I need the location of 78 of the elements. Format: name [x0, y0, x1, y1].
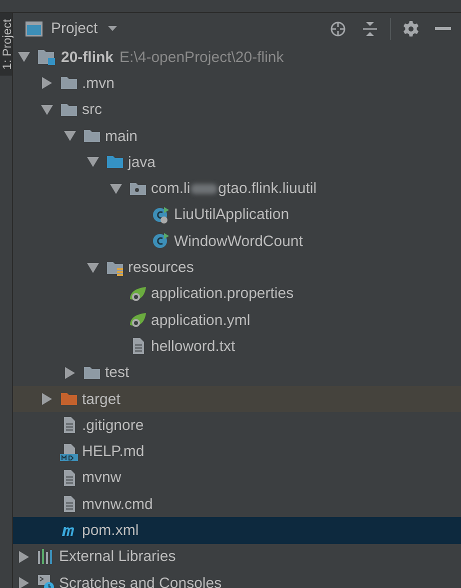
tree-row[interactable]: LiuUtilApplication: [13, 202, 461, 228]
tree-item-label: pom.xml: [82, 522, 139, 539]
tree-item-label: target: [82, 390, 120, 408]
project-folder-icon: [37, 48, 57, 66]
locate-icon[interactable]: [330, 20, 346, 36]
tree-row[interactable]: com.li gtao.flink.liuutil: [13, 175, 461, 202]
collapse-arrow-icon[interactable]: [86, 262, 100, 274]
window-icon: [25, 20, 43, 36]
tree-row[interactable]: 20-flink E:\4-openProject\20-flink: [13, 44, 461, 70]
tree-item-label: application.properties: [151, 285, 294, 302]
tree-item-label: com.li: [151, 180, 190, 198]
collapse-arrow-icon[interactable]: [63, 130, 77, 142]
collapse-arrow-icon[interactable]: [17, 51, 31, 64]
folder-icon: [83, 128, 101, 144]
tree-item-label: gtao.flink.liuutil: [218, 180, 317, 198]
folder-icon: [83, 364, 101, 381]
tree-row[interactable]: helloword.txt: [13, 333, 461, 360]
tree-item-label: External Libraries: [59, 548, 176, 566]
settings-icon[interactable]: [403, 20, 419, 36]
collapse-arrow-icon[interactable]: [109, 182, 123, 195]
tree-item-label: LiuUtilApplication: [174, 206, 290, 224]
folder-icon: [60, 102, 78, 118]
tree-item-label: test: [105, 364, 130, 382]
tree-row[interactable]: application.yml: [13, 306, 461, 334]
tree-item-label: WindowWordCount: [174, 232, 303, 250]
tree-row[interactable]: mvnw: [13, 464, 461, 492]
tree-row[interactable]: HELP.md: [13, 438, 461, 465]
dropdown-caret-icon[interactable]: [108, 26, 117, 31]
tree-row[interactable]: .mvn: [13, 70, 461, 97]
tree-row[interactable]: target: [13, 386, 461, 412]
tree-item-label: HELP.md: [82, 443, 144, 460]
tree-row[interactable]: .gitignore: [13, 412, 461, 438]
expand-arrow-icon[interactable]: [40, 393, 54, 405]
tree-row[interactable]: src: [13, 96, 461, 123]
libraries-icon: [37, 548, 55, 566]
tree-row[interactable]: pom.xml: [13, 517, 461, 544]
folder-icon: [106, 154, 124, 170]
tree-row[interactable]: mvnw.cmd: [13, 491, 461, 518]
tree-row[interactable]: main: [13, 122, 461, 150]
tree-row[interactable]: External Libraries: [13, 544, 461, 570]
leaf-icon: [129, 284, 147, 303]
class-icon: [152, 206, 170, 224]
tree-row[interactable]: Scratches and Consoles: [13, 570, 461, 588]
tree-item-label: main: [105, 128, 138, 145]
folder-icon: [60, 75, 78, 92]
tree-row[interactable]: application.properties: [13, 280, 461, 307]
panel-title: Project: [51, 20, 98, 37]
leaf-icon: [129, 311, 147, 330]
tree-row[interactable]: resources: [13, 254, 461, 281]
project-path: E:\4-openProject\20-flink: [120, 48, 284, 66]
expand-arrow-icon[interactable]: [17, 550, 31, 563]
class-icon: [152, 232, 170, 250]
tree-item-label: application.yml: [151, 312, 250, 329]
tree-item-label: .gitignore: [82, 416, 144, 434]
tree-row[interactable]: WindowWordCount: [13, 228, 461, 254]
expand-arrow-icon[interactable]: [63, 366, 77, 379]
project-tool-tab[interactable]: 1: Project: [0, 13, 12, 76]
folder-icon: [60, 391, 78, 407]
tree-item-label: 20-flink: [61, 48, 114, 66]
package-folder-icon: [129, 180, 147, 197]
tree-item-label: .mvn: [82, 74, 115, 92]
collapse-arrow-icon[interactable]: [86, 156, 100, 168]
tree-row[interactable]: test: [13, 360, 461, 386]
blurred-text: [191, 184, 218, 194]
tree-item-label: src: [82, 101, 102, 118]
tree-item-label: Scratches and Consoles: [59, 574, 222, 588]
collapse-arrow-icon[interactable]: [40, 104, 54, 116]
tree-item-label: resources: [128, 259, 194, 276]
expand-arrow-icon[interactable]: [17, 577, 31, 588]
tree-row[interactable]: java: [13, 149, 461, 176]
markdown-file-icon: [60, 442, 78, 461]
tree-item-label: mvnw: [82, 469, 122, 486]
tree-item-label: java: [128, 154, 156, 171]
expand-arrow-icon[interactable]: [40, 77, 54, 90]
resources-folder-icon: [106, 260, 124, 276]
tree-item-label: helloword.txt: [151, 338, 236, 355]
tree-item-label: mvnw.cmd: [82, 496, 153, 513]
collapse-all-icon[interactable]: [362, 20, 378, 36]
